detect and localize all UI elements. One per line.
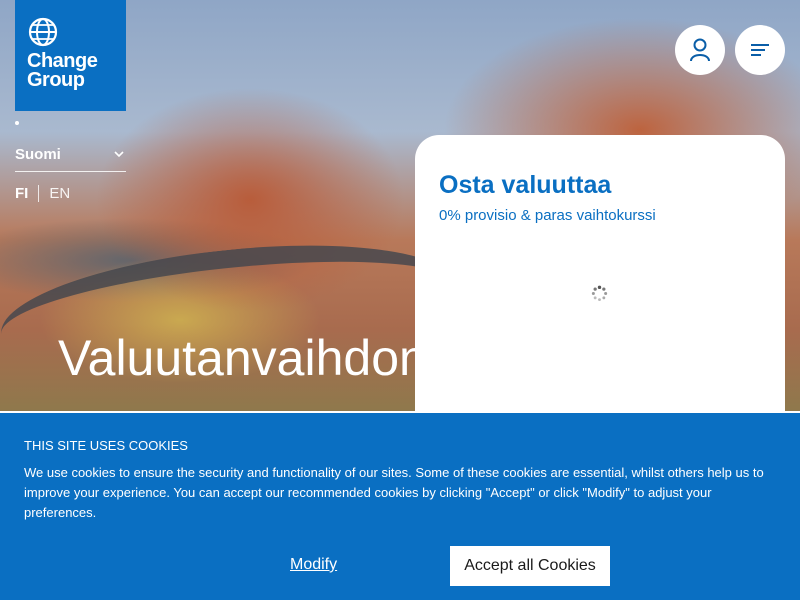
country-select-value: Suomi [15,146,61,163]
card-subtitle: 0% provisio & paras vaihtokurssi [439,207,656,224]
chevron-down-icon [114,151,124,158]
cookie-heading: THIS SITE USES COOKIES [24,438,188,453]
logo-line-2: Group [27,69,85,91]
cookie-banner: THIS SITE USES COOKIES We use cookies to… [0,411,800,600]
globe-icon [28,17,58,47]
account-icon [690,38,710,62]
menu-button[interactable] [735,25,785,75]
language-toggle: FI EN [15,185,70,202]
country-select[interactable]: Suomi [15,140,126,172]
buy-currency-card: Osta valuuttaa 0% provisio & paras vaiht… [415,135,785,435]
account-button[interactable] [675,25,725,75]
loading-spinner-icon [591,285,608,302]
menu-icon [751,44,769,56]
bullet-dot [15,121,19,125]
change-group-logo[interactable]: Change Group [15,0,126,111]
accept-all-cookies-button[interactable]: Accept all Cookies [450,546,610,586]
logo-wordmark: Change Group [27,51,98,91]
modify-cookies-link[interactable]: Modify [290,556,337,574]
card-title: Osta valuuttaa [439,171,612,199]
cookie-description: We use cookies to ensure the security an… [24,465,764,520]
language-fi[interactable]: FI [15,185,40,202]
language-en[interactable]: EN [39,185,70,202]
